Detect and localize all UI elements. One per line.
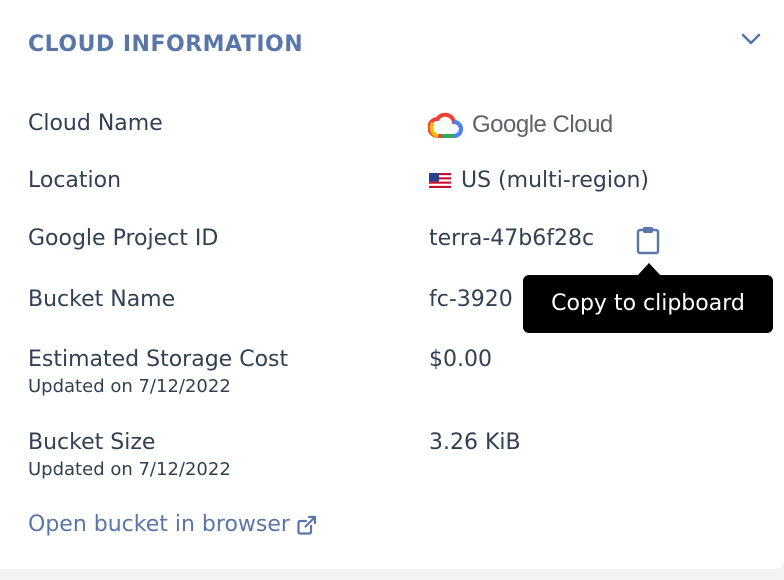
- google-cloud-logo-icon: [428, 112, 463, 138]
- cloud-name-label: Cloud Name: [28, 111, 163, 136]
- google-cloud-logo-text: Google Cloud: [472, 111, 613, 138]
- location-text: US (multi-region): [461, 168, 649, 193]
- project-id-label: Google Project ID: [28, 226, 219, 251]
- cloud-information-panel: CLOUD INFORMATION Cloud Name Google Clou…: [0, 0, 784, 569]
- chevron-down-icon[interactable]: [738, 28, 764, 50]
- bucket-name-value: fc-3920: [429, 287, 513, 312]
- section-title: CLOUD INFORMATION: [28, 32, 304, 57]
- bucket-name-label: Bucket Name: [28, 287, 176, 312]
- location-value: US (multi-region): [429, 167, 649, 195]
- bucket-size-label: Bucket Size: [28, 430, 156, 455]
- cloud-name-value: Google Cloud: [428, 108, 613, 142]
- storage-cost-label: Estimated Storage Cost: [28, 347, 289, 372]
- project-id-value: terra-47b6f28c: [429, 226, 595, 251]
- external-link-icon: [297, 515, 317, 535]
- storage-cost-updated: Updated on 7/12/2022: [28, 376, 231, 397]
- open-bucket-link-label: Open bucket in browser: [28, 512, 290, 537]
- us-flag-icon: [429, 173, 451, 188]
- location-label: Location: [28, 168, 122, 193]
- open-bucket-link[interactable]: Open bucket in browser: [28, 511, 318, 539]
- clipboard-icon[interactable]: [636, 225, 660, 255]
- storage-cost-value: $0.00: [429, 347, 492, 372]
- bucket-size-updated: Updated on 7/12/2022: [28, 459, 231, 480]
- bucket-size-value: 3.26 KiB: [429, 430, 521, 455]
- copy-tooltip: Copy to clipboard: [523, 275, 773, 333]
